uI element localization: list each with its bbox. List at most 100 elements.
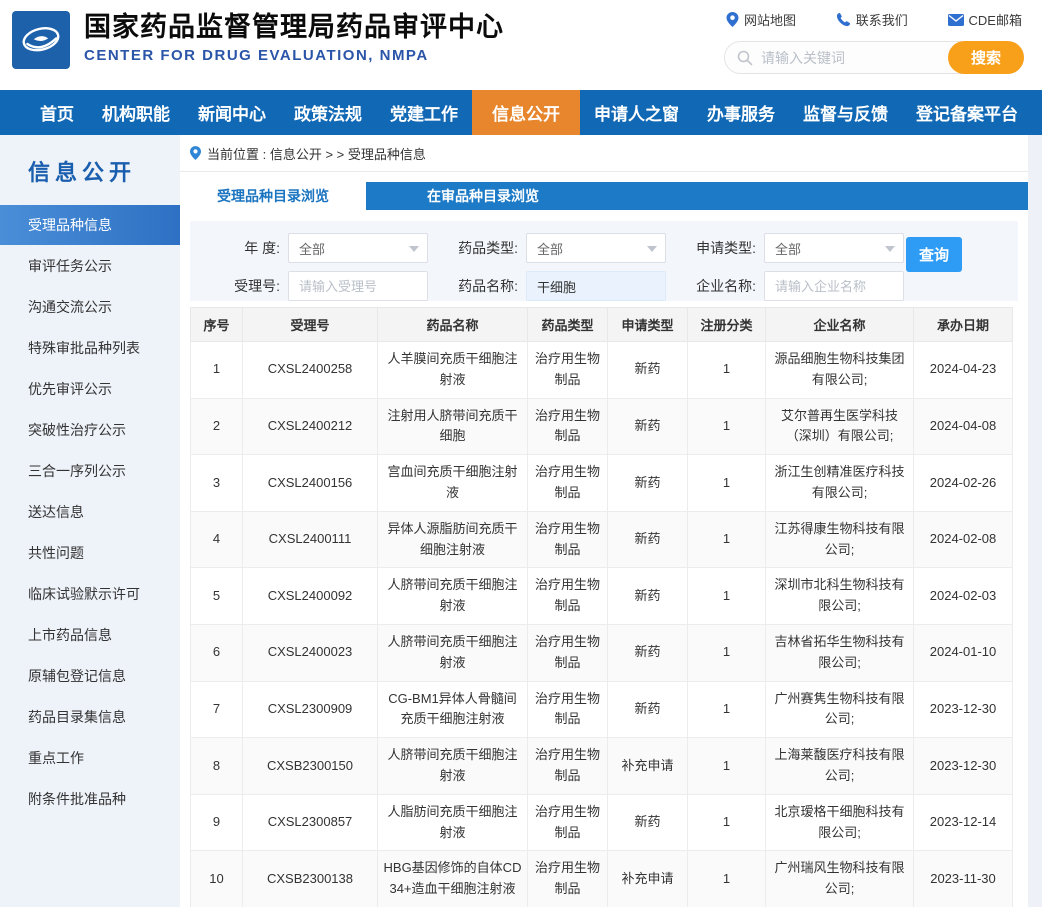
nav-item-3[interactable]: 新闻中心 <box>184 90 280 135</box>
sidebar-title: 信息公开 <box>0 155 180 187</box>
contact-label: 联系我们 <box>856 10 908 29</box>
apply-type-value: 全部 <box>775 239 801 258</box>
table-cell: 源品细胞生物科技集团有限公司; <box>766 342 914 399</box>
table-cell: 4 <box>191 511 243 568</box>
nav-item-6[interactable]: 信息公开 <box>472 90 580 135</box>
keyword-search-input[interactable] <box>753 50 948 66</box>
drug-name-label: 药品名称: <box>444 276 518 296</box>
nav-item-9[interactable]: 监督与反馈 <box>789 90 902 135</box>
drug-type-select[interactable]: 全部 <box>526 233 666 263</box>
sidebar-item-3[interactable]: 沟通交流公示 <box>0 286 180 327</box>
table-cell: 宫血间充质干细胞注射液 <box>378 455 528 512</box>
table-cell: 新药 <box>608 511 688 568</box>
column-header: 受理号 <box>243 308 378 342</box>
search-button[interactable]: 搜索 <box>948 41 1024 74</box>
table-cell: 治疗用生物制品 <box>528 738 608 795</box>
table-cell: CXSL2400212 <box>243 398 378 455</box>
tab-under-review-catalog[interactable]: 在审品种目录浏览 <box>390 182 576 210</box>
table-cell: 5 <box>191 568 243 625</box>
nav-item-10[interactable]: 登记备案平台 <box>902 90 1032 135</box>
sidebar-item-7[interactable]: 三合一序列公示 <box>0 450 180 491</box>
filter-company: 企业名称: <box>682 271 904 301</box>
column-header: 承办日期 <box>914 308 1013 342</box>
table-cell: 浙江生创精准医疗科技有限公司; <box>766 455 914 512</box>
year-value: 全部 <box>299 239 325 258</box>
table-cell: 北京瑷格干细胞科技有限公司; <box>766 794 914 851</box>
sidebar-item-1[interactable]: 受理品种信息 <box>0 205 180 245</box>
sidebar-item-13[interactable]: 药品目录集信息 <box>0 696 180 737</box>
breadcrumb: 当前位置 : 信息公开 > > 受理品种信息 <box>180 135 1028 172</box>
nav-item-4[interactable]: 政策法规 <box>280 90 376 135</box>
drug-type-label: 药品类型: <box>444 238 518 258</box>
mail-icon <box>948 14 964 26</box>
sidebar-item-4[interactable]: 特殊审批品种列表 <box>0 327 180 368</box>
table-cell: 新药 <box>608 455 688 512</box>
table-cell: 1 <box>688 624 766 681</box>
breadcrumb-pin-icon <box>190 146 201 160</box>
table-cell: 新药 <box>608 624 688 681</box>
sidebar-item-2[interactable]: 审评任务公示 <box>0 245 180 286</box>
query-button[interactable]: 查询 <box>906 237 962 272</box>
sidebar-item-11[interactable]: 上市药品信息 <box>0 614 180 655</box>
sidebar-item-10[interactable]: 临床试验默示许可 <box>0 573 180 614</box>
table-cell: CG-BM1异体人骨髓间充质干细胞注射液 <box>378 681 528 738</box>
table-cell: 8 <box>191 738 243 795</box>
sidebar-item-6[interactable]: 突破性治疗公示 <box>0 409 180 450</box>
sitemap-link[interactable]: 网站地图 <box>726 10 796 29</box>
sidebar-item-15[interactable]: 附条件批准品种 <box>0 778 180 819</box>
table-row: 2CXSL2400212注射用人脐带间充质干细胞治疗用生物制品新药1艾尔普再生医… <box>191 398 1013 455</box>
mail-link[interactable]: CDE邮箱 <box>948 10 1022 29</box>
sidebar-item-8[interactable]: 送达信息 <box>0 491 180 532</box>
sidebar-item-9[interactable]: 共性问题 <box>0 532 180 573</box>
filter-row-2: 受理号: 药品名称: 企业名称: <box>206 271 1018 301</box>
cde-logo-icon[interactable] <box>12 11 70 69</box>
accept-no-input[interactable] <box>288 271 428 301</box>
main-nav: 首页机构职能新闻中心政策法规党建工作信息公开申请人之窗办事服务监督与反馈登记备案… <box>0 90 1042 135</box>
table-cell: 治疗用生物制品 <box>528 568 608 625</box>
table-cell: 治疗用生物制品 <box>528 342 608 399</box>
main-content: 当前位置 : 信息公开 > > 受理品种信息 受理品种目录浏览 在审品种目录浏览… <box>180 135 1028 907</box>
nav-item-1[interactable]: 首页 <box>26 90 88 135</box>
table-cell: 江苏得康生物科技有限公司; <box>766 511 914 568</box>
filter-row-1: 年 度: 全部 药品类型: 全部 申请类型: 全部 <box>206 233 1018 263</box>
sidebar-item-12[interactable]: 原辅包登记信息 <box>0 655 180 696</box>
sidebar-item-14[interactable]: 重点工作 <box>0 737 180 778</box>
filter-apply-type: 申请类型: 全部 <box>682 233 904 263</box>
nav-item-5[interactable]: 党建工作 <box>376 90 472 135</box>
company-input[interactable] <box>764 271 904 301</box>
table-cell: 1 <box>688 794 766 851</box>
year-select[interactable]: 全部 <box>288 233 428 263</box>
table-cell: 2024-02-08 <box>914 511 1013 568</box>
table-cell: 人脂肪间充质干细胞注射液 <box>378 794 528 851</box>
table-cell: HBG基因修饰的自体CD34+造血干细胞注射液 <box>378 851 528 907</box>
site-search: 搜索 <box>724 41 1024 74</box>
nav-item-2[interactable]: 机构职能 <box>88 90 184 135</box>
table-cell: 异体人源脂肪间充质干细胞注射液 <box>378 511 528 568</box>
nav-item-7[interactable]: 申请人之窗 <box>580 90 693 135</box>
table-cell: 1 <box>688 681 766 738</box>
table-cell: 新药 <box>608 794 688 851</box>
drug-name-input[interactable] <box>526 271 666 301</box>
table-cell: 1 <box>688 398 766 455</box>
tab-accepted-catalog[interactable]: 受理品种目录浏览 <box>180 182 366 210</box>
header-right: 网站地图 联系我们 CDE邮箱 搜索 <box>724 10 1024 74</box>
sidebar: 信息公开 受理品种信息审评任务公示沟通交流公示特殊审批品种列表优先审评公示突破性… <box>0 135 180 907</box>
sidebar-item-5[interactable]: 优先审评公示 <box>0 368 180 409</box>
table-row: 6CXSL2400023人脐带间充质干细胞注射液治疗用生物制品新药1吉林省拓华生… <box>191 624 1013 681</box>
table-cell: CXSL2300909 <box>243 681 378 738</box>
breadcrumb-text: 当前位置 : 信息公开 > > 受理品种信息 <box>207 144 426 163</box>
site-title: 国家药品监督管理局药品审评中心 <box>84 10 504 44</box>
table-cell: 补充申请 <box>608 851 688 907</box>
table-cell: 1 <box>688 568 766 625</box>
nav-item-8[interactable]: 办事服务 <box>693 90 789 135</box>
year-label: 年 度: <box>206 238 280 258</box>
table-header: 序号受理号药品名称药品类型申请类型注册分类企业名称承办日期 <box>191 308 1013 342</box>
company-label: 企业名称: <box>682 276 756 296</box>
table-cell: 新药 <box>608 342 688 399</box>
contact-link[interactable]: 联系我们 <box>836 10 908 29</box>
table-cell: 补充申请 <box>608 738 688 795</box>
apply-type-select[interactable]: 全部 <box>764 233 904 263</box>
table-cell: 2024-02-26 <box>914 455 1013 512</box>
column-header: 注册分类 <box>688 308 766 342</box>
table-cell: CXSL2400111 <box>243 511 378 568</box>
